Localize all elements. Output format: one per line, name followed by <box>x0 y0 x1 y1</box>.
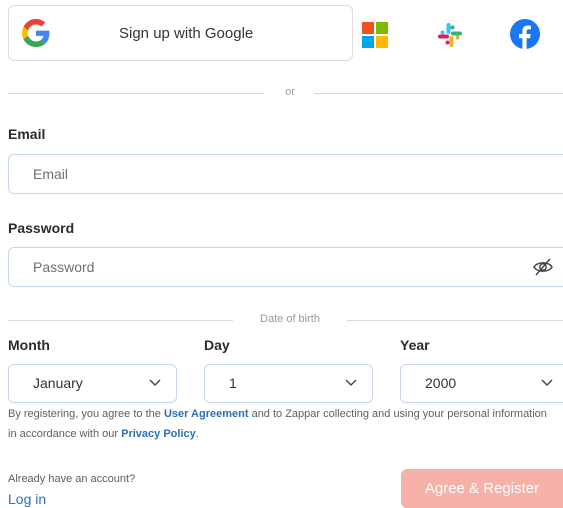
divider-left <box>8 93 264 94</box>
facebook-icon[interactable] <box>510 19 540 49</box>
month-label: Month <box>8 337 50 353</box>
legal-text-part1: By registering, you agree to the <box>8 408 164 420</box>
user-agreement-link[interactable]: User Agreement <box>164 408 249 420</box>
agree-register-button[interactable]: Agree & Register <box>401 469 563 508</box>
signup-page: Sign up with Google or Email Password <box>0 0 563 508</box>
legal-text: By registering, you agree to the User Ag… <box>8 404 553 444</box>
eye-off-icon[interactable] <box>532 257 554 277</box>
email-input[interactable] <box>8 154 563 194</box>
password-input[interactable] <box>8 247 563 287</box>
password-label: Password <box>8 220 75 236</box>
login-link[interactable]: Log in <box>8 491 46 507</box>
dob-divider-label: Date of birth <box>260 313 320 325</box>
legal-text-part3: . <box>195 428 199 440</box>
day-label: Day <box>204 337 230 353</box>
month-select[interactable]: January <box>8 364 177 403</box>
already-have-account-text: Already have an account? <box>8 473 136 485</box>
month-value: January <box>33 375 83 391</box>
day-select[interactable]: 1 <box>204 364 373 403</box>
slack-icon[interactable] <box>437 22 463 48</box>
chevron-down-icon <box>541 379 553 386</box>
dob-divider-right <box>347 320 563 321</box>
privacy-policy-link[interactable]: Privacy Policy <box>121 428 196 440</box>
day-value: 1 <box>229 375 237 391</box>
year-value: 2000 <box>425 375 457 391</box>
year-select[interactable]: 2000 <box>400 364 563 403</box>
divider-right <box>314 93 563 94</box>
chevron-down-icon <box>345 379 357 386</box>
dob-divider-left <box>8 320 233 321</box>
email-label: Email <box>8 126 46 142</box>
google-icon <box>22 19 50 47</box>
chevron-down-icon <box>149 379 161 386</box>
divider-or: or <box>285 86 295 98</box>
year-label: Year <box>400 337 430 353</box>
google-signup-label: Sign up with Google <box>119 25 254 42</box>
microsoft-icon[interactable] <box>362 22 388 48</box>
google-signup-button[interactable]: Sign up with Google <box>8 5 353 61</box>
